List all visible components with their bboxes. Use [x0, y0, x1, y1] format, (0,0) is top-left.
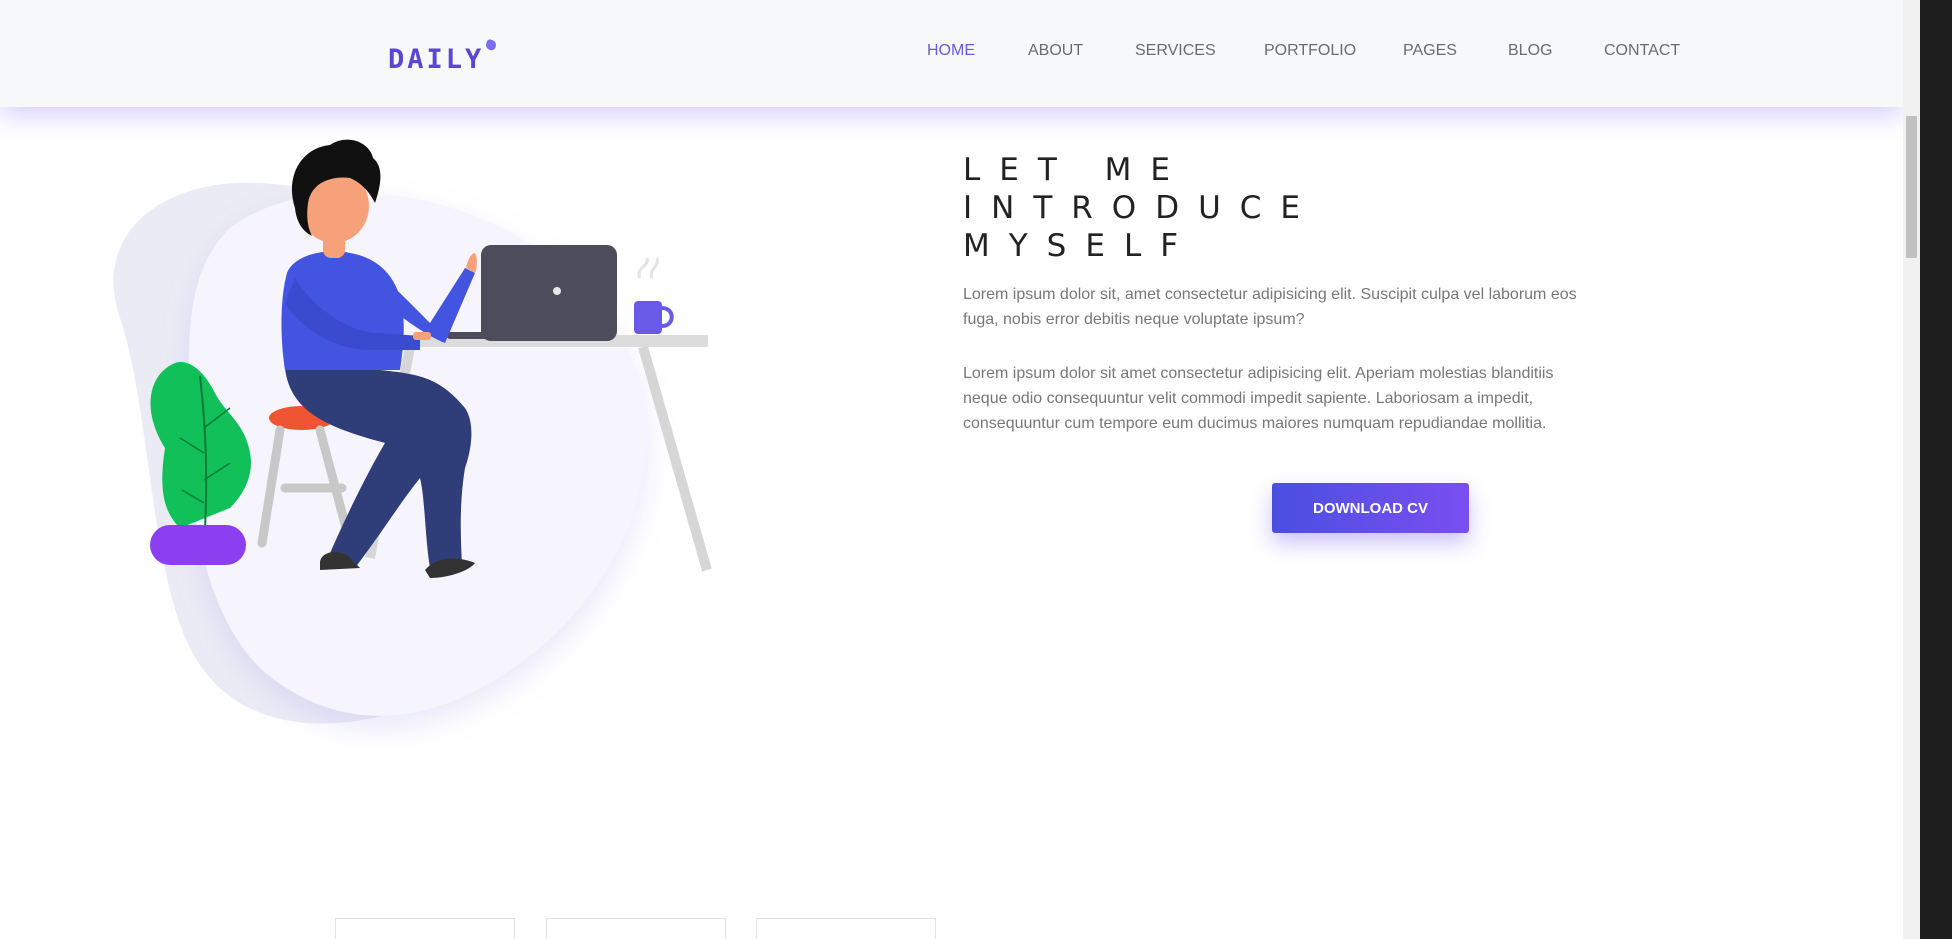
- hero-illustration: [113, 139, 712, 724]
- page-scrollbar[interactable]: [1903, 0, 1920, 939]
- side-panel: [1920, 0, 1952, 939]
- hero-title-line-3: MYSELF: [963, 227, 1198, 264]
- coffee-mug: [634, 257, 674, 334]
- bottom-card-3: [756, 918, 936, 939]
- download-cv-button[interactable]: DOWNLOAD CV: [1272, 483, 1469, 533]
- scrollbar-thumb[interactable]: [1906, 116, 1917, 258]
- intro-paragraph-2: Lorem ipsum dolor sit amet consectetur a…: [963, 365, 1554, 432]
- nav-pages[interactable]: PAGES: [1403, 42, 1457, 60]
- plant-pot: [150, 525, 246, 565]
- bottom-card-2: [546, 918, 726, 939]
- hero-title-line-1: LET ME: [963, 151, 1189, 188]
- bottom-card-1: [335, 918, 515, 939]
- site-header: DAILY HOME ABOUT SERVICES PORTFOLIO PAGE…: [0, 0, 1903, 107]
- nav-contact[interactable]: CONTACT: [1604, 42, 1680, 60]
- nav-home[interactable]: HOME: [927, 42, 975, 60]
- nav-about[interactable]: ABOUT: [1028, 42, 1083, 60]
- hero-title: LET ME INTRODUCE MYSELF: [963, 151, 1463, 265]
- nav-blog[interactable]: BLOG: [1508, 42, 1552, 60]
- nav-services[interactable]: SERVICES: [1135, 42, 1216, 60]
- nav-portfolio[interactable]: PORTFOLIO: [1264, 42, 1356, 60]
- hero-title-line-2: INTRODUCE: [963, 189, 1320, 226]
- intro-paragraph-1: Lorem ipsum dolor sit, amet consectetur …: [963, 286, 1577, 328]
- page: DAILY HOME ABOUT SERVICES PORTFOLIO PAGE…: [0, 0, 1903, 939]
- main-nav: HOME ABOUT SERVICES PORTFOLIO PAGES BLOG…: [0, 42, 1903, 64]
